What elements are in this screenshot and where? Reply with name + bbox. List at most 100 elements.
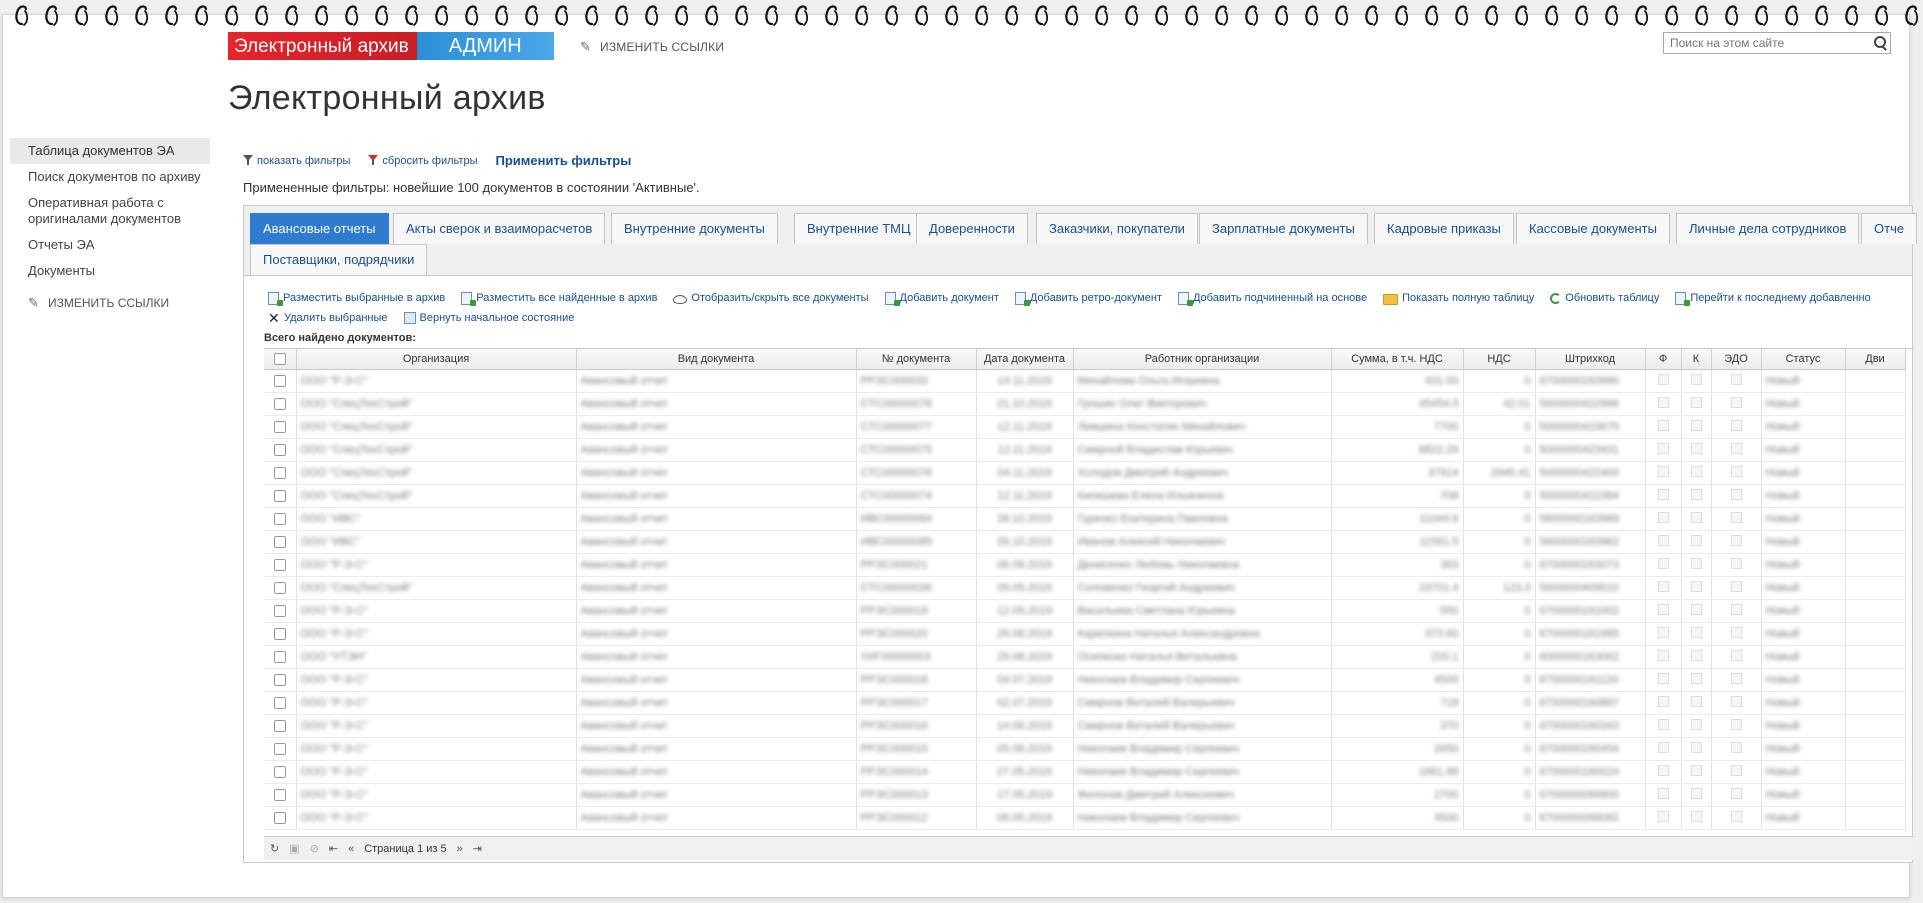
column-header[interactable]: № документа: [856, 349, 977, 370]
row-checkbox[interactable]: [273, 374, 286, 387]
row-checkbox[interactable]: [273, 397, 286, 410]
refresh-table-button[interactable]: Обновить таблицу: [1550, 292, 1659, 304]
row-checkbox[interactable]: [273, 466, 286, 479]
row-checkbox[interactable]: [273, 512, 286, 525]
row-select-cell[interactable]: [264, 392, 297, 416]
tab-internal-docs[interactable]: Внутренние документы: [611, 213, 778, 244]
table-row[interactable]: ООО "СпецТехСтрой" Авансовый отчет СТС0000…: [264, 484, 1906, 508]
tab-advance-reports[interactable]: Авансовые отчеты: [250, 213, 389, 244]
row-select-cell[interactable]: [264, 530, 297, 554]
reset-state-button[interactable]: Вернуть начальное состояние: [403, 312, 574, 324]
row-select-cell[interactable]: [264, 645, 297, 669]
tab-powers-of-attorney[interactable]: Доверенности: [916, 213, 1028, 244]
table-row[interactable]: ООО "СпецТехСтрой" Авансовый отчет СТС0000…: [264, 438, 1906, 462]
place-selected-button[interactable]: Разместить выбранные в архив: [268, 291, 445, 306]
row-checkbox[interactable]: [273, 696, 286, 709]
table-row[interactable]: ООО "Р-Э-С" Авансовый отчет РРЭС000019 12.0…: [264, 599, 1906, 623]
table-row[interactable]: ООО "СпецТехСтрой" Авансовый отчет СТС0000…: [264, 415, 1906, 439]
delete-selected-button[interactable]: ✕ Удалить выбранные: [268, 311, 388, 325]
row-select-cell[interactable]: [264, 484, 297, 508]
row-select-cell[interactable]: [264, 622, 297, 646]
search-input[interactable]: [1664, 33, 1870, 53]
table-row[interactable]: ООО "Р-Э-С" Авансовый отчет РРЭС000014 27.0…: [264, 760, 1906, 784]
row-select-cell[interactable]: [264, 783, 297, 807]
column-header[interactable]: Штрихкод: [1535, 349, 1646, 370]
row-select-cell[interactable]: [264, 461, 297, 485]
table-row[interactable]: ООО "СпецТехСтрой" Авансовый отчет СТС0000…: [264, 461, 1906, 485]
column-header[interactable]: Работник организации: [1073, 349, 1332, 370]
next-page-icon[interactable]: »: [457, 843, 463, 855]
table-row[interactable]: ООО "Р-Э-С" Авансовый отчет РРЭС000016 14.0…: [264, 714, 1906, 738]
tab-internal-tmc[interactable]: Внутренние ТМЦ: [794, 213, 924, 244]
row-checkbox[interactable]: [273, 719, 286, 732]
sidebar-item-documents[interactable]: Документы: [10, 258, 210, 284]
row-checkbox[interactable]: [273, 581, 286, 594]
row-select-cell[interactable]: [264, 576, 297, 600]
table-row[interactable]: ООО "Р-Э-С" Авансовый отчет РРЭС000012 08.0…: [264, 806, 1906, 830]
table-row[interactable]: ООО "УТЭН" Авансовый отчет УИГ00000003 29.0…: [264, 645, 1906, 669]
sidebar-item-search[interactable]: Поиск документов по архиву: [10, 164, 210, 190]
row-select-cell[interactable]: [264, 806, 297, 830]
column-header[interactable]: Ф: [1645, 349, 1682, 370]
column-header[interactable]: НДС: [1463, 349, 1536, 370]
goto-last-added-button[interactable]: Перейти к последнему добавленно: [1675, 291, 1871, 306]
tab-reconciliation-acts[interactable]: Акты сверок и взаиморасчетов: [393, 213, 606, 244]
row-select-cell[interactable]: [264, 668, 297, 692]
select-all-checkbox[interactable]: [273, 352, 286, 365]
show-filters-link[interactable]: показать фильтры: [243, 155, 350, 167]
tab-payroll[interactable]: Зарплатные документы: [1199, 213, 1368, 244]
reset-filters-link[interactable]: сбросить фильтры: [368, 155, 477, 167]
row-select-cell[interactable]: [264, 737, 297, 761]
row-select-cell[interactable]: [264, 691, 297, 715]
first-page-icon[interactable]: ⇤: [329, 842, 338, 855]
table-row[interactable]: ООО "Р-Э-С" Авансовый отчет РРЭС000013 17.0…: [264, 783, 1906, 807]
row-select-cell[interactable]: [264, 553, 297, 577]
tab-hr-orders[interactable]: Кадровые приказы: [1374, 213, 1514, 244]
column-header[interactable]: Вид документа: [576, 349, 857, 370]
table-row[interactable]: ООО "СпецТехСтрой" Авансовый отчет СТС0000…: [264, 576, 1906, 600]
tab-suppliers[interactable]: Поставщики, подрядчики: [250, 244, 428, 275]
table-row[interactable]: ООО "СпецТехСтрой" Авансовый отчет СТС0000…: [264, 392, 1906, 416]
last-page-icon[interactable]: ⇥: [473, 842, 482, 855]
row-checkbox[interactable]: [273, 489, 286, 502]
sidebar-item-docs-table[interactable]: Таблица документов ЭА: [10, 138, 210, 164]
table-row[interactable]: ООО "Р-Э-С" Авансовый отчет РРЭС000015 05.0…: [264, 737, 1906, 761]
column-header[interactable]: Дата документа: [976, 349, 1074, 370]
tab-cash-docs[interactable]: Кассовые документы: [1516, 213, 1670, 244]
sidebar-item-reports[interactable]: Отчеты ЭА: [10, 232, 210, 258]
row-checkbox[interactable]: [273, 765, 286, 778]
tab-customers[interactable]: Заказчики, покупатели: [1036, 213, 1198, 244]
site-banner[interactable]: Электронный архив АДМИН: [228, 32, 554, 60]
select-all-header[interactable]: [264, 349, 297, 370]
prev-page-icon[interactable]: «: [348, 843, 354, 855]
column-header[interactable]: Сумма, в т.ч. НДС: [1331, 349, 1464, 370]
documents-table-wrap[interactable]: Организация Вид документа № документа Да…: [264, 348, 1914, 841]
table-row[interactable]: ООО "ИВС" Авансовый отчет ИВС00000085 29.10…: [264, 530, 1906, 554]
row-checkbox[interactable]: [273, 673, 286, 686]
site-search[interactable]: [1663, 32, 1891, 54]
row-select-cell[interactable]: [264, 760, 297, 784]
column-header[interactable]: Дви: [1845, 349, 1906, 370]
tab-reports-truncated[interactable]: Отче: [1861, 213, 1918, 244]
add-document-button[interactable]: Добавить документ: [884, 291, 999, 306]
refresh-icon[interactable]: ↻: [270, 842, 279, 855]
tab-personal-files[interactable]: Личные дела сотрудников: [1676, 213, 1860, 244]
sidebar-item-originals[interactable]: Оперативная работа с оригиналами докумен…: [10, 190, 210, 232]
table-row[interactable]: ООО "ИВС" Авансовый отчет ИВС00000084 28.10…: [264, 507, 1906, 531]
column-header[interactable]: К: [1681, 349, 1712, 370]
row-checkbox[interactable]: [273, 627, 286, 640]
row-checkbox[interactable]: [273, 420, 286, 433]
table-row[interactable]: ООО "Р-Э-С" Авансовый отчет РРЭС000020 29.0…: [264, 622, 1906, 646]
edit-links-sidebar[interactable]: ✎ ИЗМЕНИТЬ ССЫЛКИ: [10, 284, 210, 322]
table-row[interactable]: ООО "Р-Э-С" Авансовый отчет РРЭС000018 04.0…: [264, 668, 1906, 692]
edit-links-top[interactable]: ✎ ИЗМЕНИТЬ ССЫЛКИ: [580, 40, 724, 54]
table-row[interactable]: ООО "Р-Э-С" Авансовый отчет РРЭС000033 14.1…: [264, 369, 1906, 393]
row-select-cell[interactable]: [264, 369, 297, 393]
row-select-cell[interactable]: [264, 507, 297, 531]
row-checkbox[interactable]: [273, 742, 286, 755]
row-select-cell[interactable]: [264, 599, 297, 623]
table-row[interactable]: ООО "Р-Э-С" Авансовый отчет РРЭС000021 06.0…: [264, 553, 1906, 577]
column-header[interactable]: ЭДО: [1711, 349, 1762, 370]
column-header[interactable]: Статус: [1761, 349, 1846, 370]
apply-filters-link[interactable]: Применить фильтры: [495, 153, 631, 168]
